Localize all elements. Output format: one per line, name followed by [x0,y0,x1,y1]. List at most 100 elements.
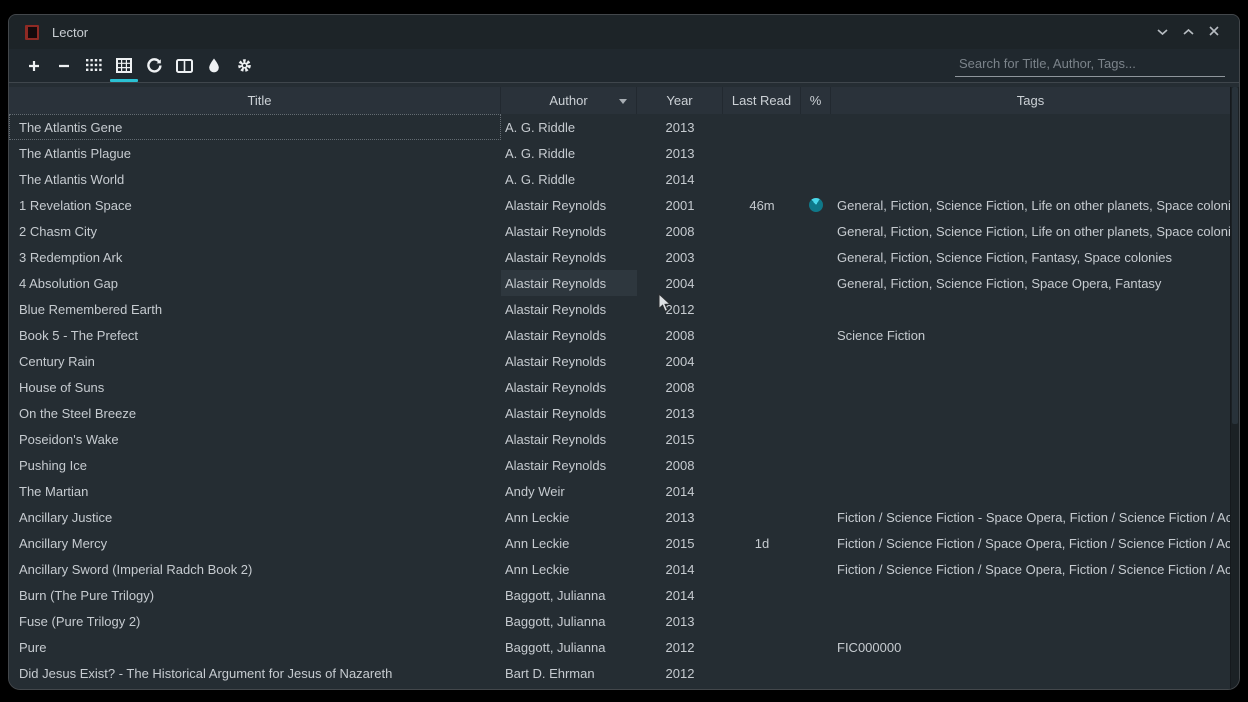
cell-title: 1 Revelation Space [9,192,501,218]
cell-year: 2004 [637,270,723,296]
cell-title: The Martian [9,478,501,504]
remove-book-button[interactable] [51,53,77,79]
cell-year: 2013 [637,140,723,166]
cell-author: Alastair Reynolds [501,322,637,348]
vertical-scrollbar[interactable] [1230,87,1239,689]
grid-dots-icon [86,59,102,72]
lector-window: Lector [8,14,1240,690]
cell-title: 3 Redemption Ark [9,244,501,270]
table-row[interactable]: The Atlantis WorldA. G. Riddle2014 [9,166,1239,192]
cell-year: 2004 [637,348,723,374]
table-row[interactable]: 2 Chasm CityAlastair Reynolds2008General… [9,218,1239,244]
table-row[interactable]: Fuse (Pure Trilogy 2)Baggott, Julianna20… [9,608,1239,634]
cell-year: 2008 [637,374,723,400]
table-header: Title Author Year Last Read % Tags [9,87,1239,114]
table-row[interactable]: The MartianAndy Weir2014 [9,478,1239,504]
cell-title: Pushing Ice [9,452,501,478]
table-row[interactable]: Ancillary JusticeAnn Leckie2013Fiction /… [9,504,1239,530]
cell-title: The Atlantis Gene [9,114,501,140]
column-header-author[interactable]: Author [501,87,637,114]
book-table: Title Author Year Last Read % Tags [9,87,1239,689]
titlebar[interactable]: Lector [9,15,1239,49]
cell-progress [801,140,831,166]
settings-button[interactable] [231,53,257,79]
table-view-button[interactable] [111,53,137,79]
table-row[interactable]: Pushing IceAlastair Reynolds2008 [9,452,1239,478]
book-icon [176,59,193,73]
cell-progress [801,166,831,192]
minus-icon [57,59,71,73]
table-row[interactable]: Poseidon's WakeAlastair Reynolds2015 [9,426,1239,452]
add-book-button[interactable] [21,53,47,79]
theme-button[interactable] [201,53,227,79]
table-row[interactable]: 1 Revelation SpaceAlastair Reynolds20014… [9,192,1239,218]
column-header-year[interactable]: Year [637,87,723,114]
cell-year: 2012 [637,296,723,322]
screen: Lector [0,0,1248,702]
cell-title: Blue Remembered Earth [9,296,501,322]
cell-author: Ann Leckie [501,530,637,556]
column-header-tags[interactable]: Tags [831,87,1230,114]
column-header-title[interactable]: Title [9,87,501,114]
cell-year: 2008 [637,322,723,348]
cell-last-read: 1d [723,530,801,556]
cell-progress [801,322,831,348]
open-book-button[interactable] [171,53,197,79]
cell-author: Alastair Reynolds [501,218,637,244]
droplet-icon [208,58,220,73]
cell-progress [801,608,831,634]
cell-title: 4 Absolution Gap [9,270,501,296]
cell-year: 2012 [637,634,723,660]
column-header-last-read[interactable]: Last Read [723,87,801,114]
table-body: The Atlantis GeneA. G. Riddle2013The Atl… [9,114,1239,689]
table-row[interactable]: Blue Remembered EarthAlastair Reynolds20… [9,296,1239,322]
minimize-button[interactable] [1153,23,1171,41]
table-row[interactable]: Burn (The Pure Trilogy)Baggott, Julianna… [9,582,1239,608]
cell-title: Ancillary Sword (Imperial Radch Book 2) [9,556,501,582]
cell-title: The Atlantis Plague [9,140,501,166]
cell-last-read [723,478,801,504]
cell-tags [831,166,1230,192]
cell-progress [801,400,831,426]
cell-author: Alastair Reynolds [501,400,637,426]
grid-view-button[interactable] [81,53,107,79]
table-row[interactable]: 3 Redemption ArkAlastair Reynolds2003Gen… [9,244,1239,270]
search-input[interactable] [955,54,1225,77]
table-row[interactable]: Book 5 - The PrefectAlastair Reynolds200… [9,322,1239,348]
table-row[interactable]: Century RainAlastair Reynolds2004 [9,348,1239,374]
close-button[interactable] [1205,23,1223,41]
window-controls [1153,23,1227,41]
cell-year: 2013 [637,504,723,530]
cell-last-read [723,400,801,426]
cell-tags [831,400,1230,426]
table-row[interactable]: The Atlantis GeneA. G. Riddle2013 [9,114,1239,140]
close-icon [1209,23,1219,41]
scrollbar-thumb[interactable] [1232,87,1238,424]
cell-title: On the Steel Breeze [9,400,501,426]
chevron-up-icon [1183,23,1194,41]
column-header-percent[interactable]: % [801,87,831,114]
cell-tags [831,348,1230,374]
cell-title: 2 Chasm City [9,218,501,244]
table-row[interactable]: PureBaggott, Julianna2012FIC000000 [9,634,1239,660]
cell-author: A. G. Riddle [501,114,637,140]
cell-tags [831,114,1230,140]
cell-last-read [723,270,801,296]
table-row[interactable]: House of SunsAlastair Reynolds2008 [9,374,1239,400]
table-row[interactable]: Did Jesus Exist? - The Historical Argume… [9,660,1239,686]
column-header-label: Author [549,93,587,108]
cell-title: Ancillary Mercy [9,530,501,556]
cell-progress [801,374,831,400]
cell-year: 2008 [637,218,723,244]
table-row[interactable]: On the Steel BreezeAlastair Reynolds2013 [9,400,1239,426]
refresh-library-button[interactable] [141,53,167,79]
cell-last-read [723,374,801,400]
table-row[interactable]: Ancillary Sword (Imperial Radch Book 2)A… [9,556,1239,582]
table-row[interactable]: 4 Absolution GapAlastair Reynolds2004Gen… [9,270,1239,296]
cell-author: Alastair Reynolds [501,244,637,270]
table-row[interactable]: Ancillary MercyAnn Leckie20151dFiction /… [9,530,1239,556]
column-header-label: Title [247,93,271,108]
cell-year: 2014 [637,478,723,504]
table-row[interactable]: The Atlantis PlagueA. G. Riddle2013 [9,140,1239,166]
maximize-button[interactable] [1179,23,1197,41]
